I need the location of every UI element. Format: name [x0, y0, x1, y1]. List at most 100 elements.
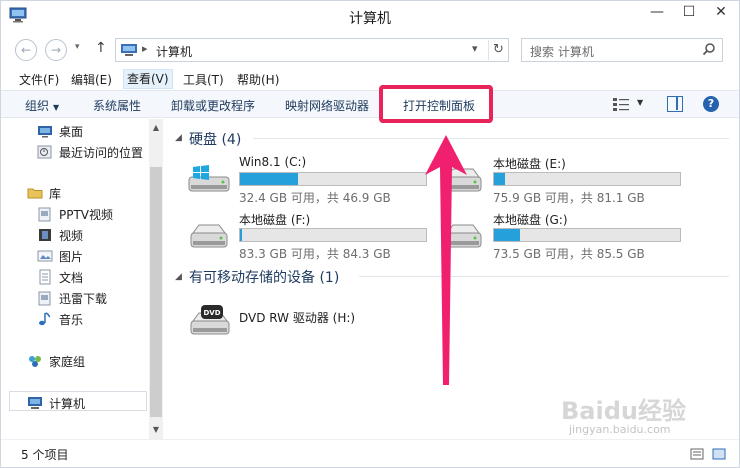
- collapse-chevron-icon[interactable]: ◢: [175, 133, 182, 143]
- drive-free-space: 83.3 GB 可用，共 84.3 GB: [239, 247, 391, 261]
- preview-pane-icon[interactable]: [667, 96, 683, 112]
- item-count: 5 个项目: [21, 448, 69, 462]
- scroll-up-icon[interactable]: ▲: [149, 121, 163, 135]
- refresh-button[interactable]: ↻: [488, 40, 508, 60]
- scroll-down-icon[interactable]: ▼: [149, 423, 163, 437]
- drive-free-space: 32.4 GB 可用，共 46.9 GB: [239, 191, 391, 205]
- homegroup-icon: [29, 356, 41, 367]
- drive-usage-bar: [493, 172, 681, 186]
- picture-icon: [37, 250, 53, 262]
- help-icon[interactable]: ?: [703, 96, 719, 112]
- group-header-removable[interactable]: 有可移动存储的设备 (1): [189, 267, 339, 287]
- menu-edit[interactable]: 编辑(E): [71, 71, 112, 88]
- search-input[interactable]: 搜索 计算机: [530, 43, 594, 60]
- nav-label: 文档: [59, 271, 84, 285]
- computer-icon: [28, 397, 42, 409]
- nav-label: 计算机: [49, 397, 86, 411]
- drive-usage-fill: [494, 229, 521, 241]
- watermark-logo: Baidu经验: [561, 397, 686, 425]
- breadcrumb-chevron-icon[interactable]: ▸: [142, 42, 148, 55]
- organize-button[interactable]: 组织 ▼: [25, 97, 59, 114]
- watermark-url: jingyan.baidu.com: [569, 423, 671, 436]
- view-options-icon[interactable]: [613, 97, 629, 111]
- organize-label: 组织: [25, 99, 50, 113]
- document-icon: [39, 269, 51, 285]
- nav-label: 库: [49, 187, 62, 201]
- search-icon[interactable]: [702, 42, 716, 56]
- explorer-window: 计算机 — ☐ ✕ ← → ▾ ↑ ▸ 计算机 ▾ ↻ 搜索 计算机 文件(F)…: [0, 0, 740, 468]
- view-dropdown-icon[interactable]: ▼: [637, 98, 643, 107]
- drive-free-space: 75.9 GB 可用，共 81.1 GB: [493, 191, 645, 205]
- dvd-drive-name: DVD RW 驱动器 (H:): [239, 311, 356, 325]
- close-button[interactable]: ✕: [701, 1, 740, 25]
- hard-drive-icon: [190, 224, 228, 248]
- dvd-badge: DVD: [203, 309, 220, 317]
- group-divider: [359, 276, 729, 277]
- address-dropdown[interactable]: ▾: [472, 42, 478, 55]
- drive-usage-bar: [239, 228, 427, 242]
- view-toggle-icon[interactable]: [689, 448, 729, 460]
- recent-locations-dropdown[interactable]: ▾: [75, 42, 80, 52]
- group-header-hard-disks[interactable]: 硬盘 (4): [189, 129, 241, 149]
- drive-name: 本地磁盘 (F:): [239, 213, 311, 227]
- drive-name: Win8.1 (C:): [239, 155, 307, 169]
- recent-places-icon: [37, 145, 52, 159]
- up-button[interactable]: ↑: [95, 40, 107, 56]
- system-properties-button[interactable]: 系统属性: [93, 97, 141, 114]
- navigation-pane: 桌面 最近访问的位置 库 PPTV视频 视频 图片 文档 迅雷下载 音乐 家庭组…: [1, 119, 165, 439]
- drive-usage-fill: [494, 173, 506, 185]
- film-icon: [39, 229, 51, 241]
- drive-c[interactable]: Win8.1 (C:) 32.4 GB 可用，共 46.9 GB: [187, 155, 437, 205]
- back-button[interactable]: ←: [15, 39, 37, 61]
- drive-f[interactable]: 本地磁盘 (F:) 83.3 GB 可用，共 84.3 GB: [187, 211, 437, 261]
- drive-e[interactable]: 本地磁盘 (E:) 75.9 GB 可用，共 81.1 GB: [441, 155, 691, 205]
- nav-label: 视频: [59, 229, 84, 243]
- nav-label: 最近访问的位置: [59, 146, 144, 160]
- windows-drive-icon: [188, 165, 230, 192]
- menu-help[interactable]: 帮助(H): [237, 71, 279, 88]
- address-bar[interactable]: ▸ 计算机 ▾ ↻: [115, 38, 509, 62]
- menu-bar: 文件(F) 编辑(E) 查看(V) 工具(T) 帮助(H): [1, 68, 739, 90]
- search-box[interactable]: 搜索 计算机: [521, 38, 723, 62]
- drive-usage-fill: [240, 173, 298, 185]
- breadcrumb[interactable]: 计算机: [156, 43, 192, 60]
- nav-label: 迅雷下载: [59, 292, 108, 306]
- command-bar: 组织 ▼ 系统属性 卸载或更改程序 映射网络驱动器 ▼ ?: [1, 90, 739, 118]
- music-note-icon: [39, 312, 51, 326]
- drive-usage-fill: [240, 229, 242, 241]
- nav-label: 音乐: [59, 313, 84, 327]
- nav-label: 桌面: [59, 125, 84, 139]
- menu-tools[interactable]: 工具(T): [183, 71, 224, 88]
- pointer-arrow-annotation: [425, 135, 467, 385]
- menu-file[interactable]: 文件(F): [19, 71, 59, 88]
- nav-label: 家庭组: [49, 355, 86, 369]
- collapse-chevron-icon[interactable]: ◢: [175, 272, 182, 282]
- nav-scrollbar[interactable]: ▲ ▼: [149, 119, 163, 439]
- chevron-down-icon: ▼: [53, 103, 60, 112]
- dvd-drive[interactable]: DVD DVD RW 驱动器 (H:): [185, 297, 445, 341]
- baidu-watermark: Baidu经验 jingyan.baidu.com: [561, 391, 731, 439]
- status-bar: 5 个项目: [1, 439, 739, 467]
- forward-button[interactable]: →: [45, 39, 67, 61]
- address-row: ← → ▾ ↑ ▸ 计算机 ▾ ↻ 搜索 计算机: [1, 34, 739, 66]
- group-divider: [253, 138, 729, 139]
- library-icon: [38, 207, 51, 222]
- drive-free-space: 73.5 GB 可用，共 85.5 GB: [493, 247, 645, 261]
- desktop-icon: [38, 126, 52, 138]
- drive-g[interactable]: 本地磁盘 (G:) 73.5 GB 可用，共 85.5 GB: [441, 211, 691, 261]
- dvd-drive-icon: DVD: [190, 305, 230, 335]
- drive-name: 本地磁盘 (G:): [493, 213, 568, 227]
- open-control-panel-highlight: 打开控制面板: [379, 85, 493, 123]
- menu-view[interactable]: 查看(V): [123, 69, 173, 89]
- computer-icon: [121, 44, 137, 56]
- window-title: 计算机: [349, 11, 391, 27]
- title-bar: 计算机 — ☐ ✕: [1, 1, 739, 33]
- library-icon: [38, 291, 51, 306]
- uninstall-program-button[interactable]: 卸载或更改程序: [171, 97, 255, 114]
- drive-usage-bar: [239, 172, 427, 186]
- map-network-drive-button[interactable]: 映射网络驱动器: [285, 97, 369, 114]
- open-control-panel-button[interactable]: 打开控制面板: [403, 97, 475, 114]
- scrollbar-thumb[interactable]: [150, 167, 162, 417]
- nav-label: PPTV视频: [59, 208, 114, 222]
- drive-name: 本地磁盘 (E:): [493, 157, 566, 171]
